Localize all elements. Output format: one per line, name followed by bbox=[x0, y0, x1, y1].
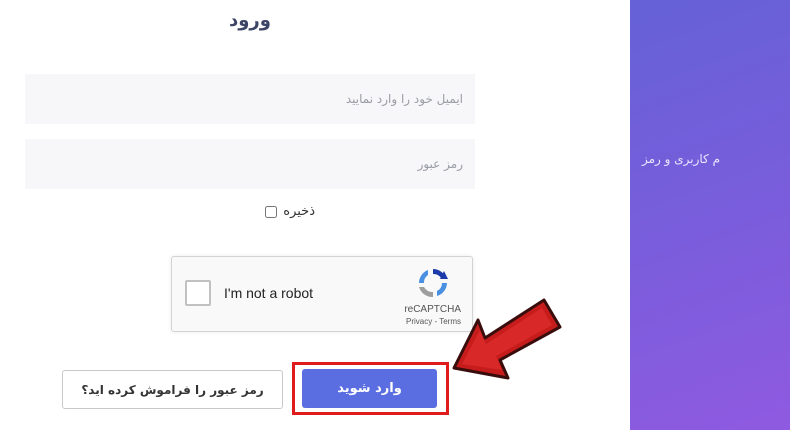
forgot-password-button[interactable]: رمز عبور را فراموش کرده اید؟ bbox=[62, 370, 283, 409]
page-title: ورود bbox=[229, 10, 271, 31]
remember-checkbox[interactable] bbox=[265, 205, 278, 218]
login-panel: ورود ذخیره I'm not a robot reCAPTCHA Pri… bbox=[0, 0, 630, 430]
red-arrow-icon bbox=[452, 298, 562, 380]
remember-me[interactable]: ذخیره bbox=[265, 204, 315, 219]
side-panel-text: م کاربری و رمز bbox=[641, 152, 720, 166]
password-field[interactable] bbox=[25, 139, 475, 189]
recaptcha-label: I'm not a robot bbox=[224, 285, 314, 301]
remember-label: ذخیره bbox=[283, 204, 315, 219]
recaptcha-checkbox[interactable] bbox=[185, 280, 211, 306]
side-panel: م کاربری و رمز bbox=[630, 0, 790, 430]
recaptcha-widget: I'm not a robot reCAPTCHA Privacy - Term… bbox=[171, 256, 473, 332]
submit-button[interactable]: وارد شوید bbox=[302, 369, 437, 408]
email-field[interactable] bbox=[25, 74, 475, 124]
